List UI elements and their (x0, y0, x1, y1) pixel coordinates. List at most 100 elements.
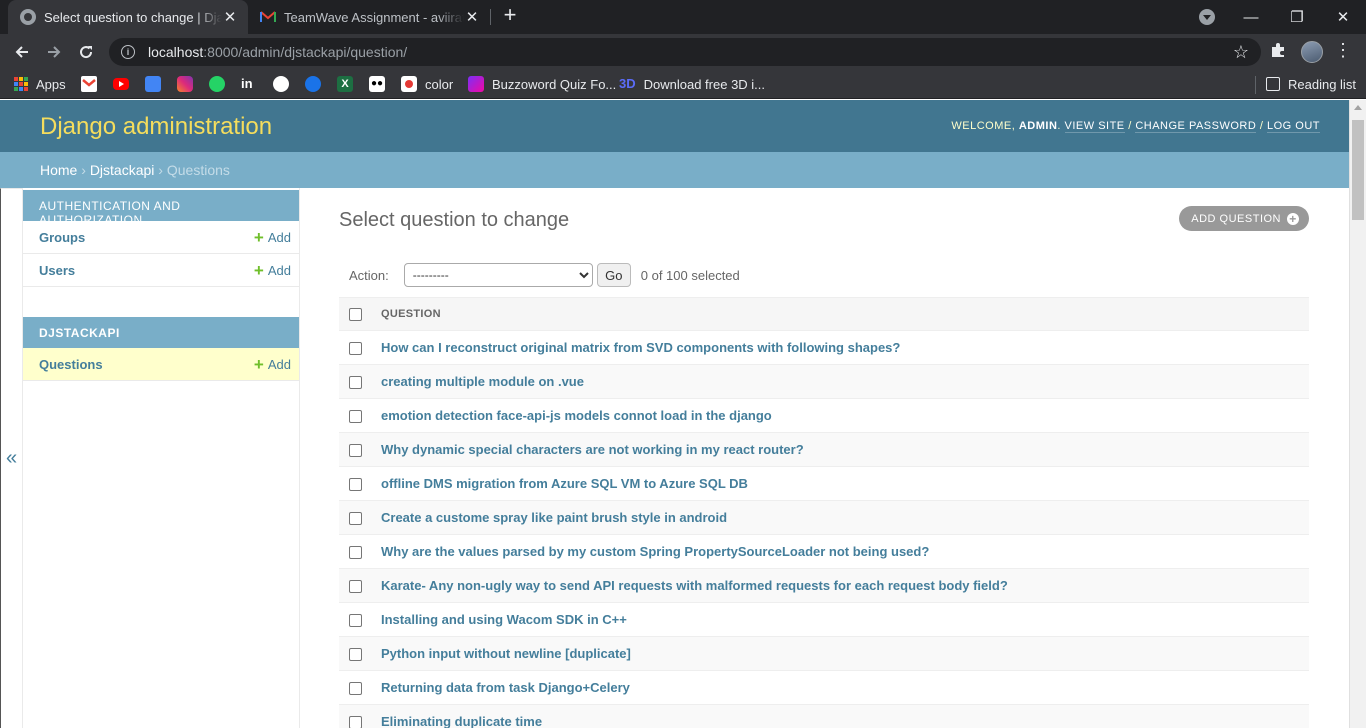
log-out-link[interactable]: Log out (1266, 120, 1320, 133)
row-checkbox-cell (339, 466, 371, 501)
forward-button[interactable] (40, 38, 68, 66)
add-question-button[interactable]: Add question + (1179, 206, 1309, 231)
plus-icon: + (253, 354, 264, 374)
reading-list[interactable]: Reading list (1266, 74, 1356, 94)
minimize-button[interactable]: — (1228, 0, 1274, 34)
bookmark-gmail[interactable] (81, 74, 97, 94)
nav-sidebar: Authentication and Authorization Groups … (23, 188, 300, 728)
row-checkbox-cell (339, 398, 371, 433)
address-bar[interactable]: i localhost:8000/admin/djstackapi/questi… (109, 38, 1261, 66)
back-button[interactable] (8, 38, 36, 66)
bookmarks-divider (1255, 76, 1256, 94)
bookmark-star-icon[interactable]: ☆ (1233, 42, 1249, 63)
bookmark-github[interactable] (273, 74, 289, 94)
add-questions-link[interactable]: + Add (253, 354, 291, 374)
kebab-menu-icon[interactable]: ⋮ (1333, 40, 1353, 61)
bookmark-apps[interactable]: Apps (14, 74, 66, 94)
question-cell: Returning data from task Django+Celery (371, 670, 1309, 705)
reload-button[interactable] (72, 38, 100, 66)
question-link[interactable]: Why are the values parsed by my custom S… (381, 544, 929, 559)
tab-search-icon[interactable] (1199, 9, 1215, 25)
question-cell: Karate- Any non-ugly way to send API req… (371, 568, 1309, 603)
column-header-question[interactable]: Question (371, 297, 1309, 331)
question-link[interactable]: offline DMS migration from Azure SQL VM … (381, 476, 748, 491)
browser-tab-active[interactable]: Select question to change | Django site … (8, 0, 248, 34)
groups-link[interactable]: Groups (39, 230, 254, 245)
new-tab-button[interactable]: + (499, 4, 521, 27)
breadcrumb-app[interactable]: Djstackapi (90, 162, 155, 178)
row-checkbox[interactable] (349, 648, 362, 662)
questions-link[interactable]: Questions (39, 357, 254, 372)
table-row: emotion detection face-api-js models con… (339, 398, 1309, 433)
question-link[interactable]: Eliminating duplicate time (381, 714, 542, 728)
row-checkbox[interactable] (349, 444, 362, 458)
question-cell: creating multiple module on .vue (371, 364, 1309, 399)
plus-icon: + (253, 227, 264, 247)
bookmark-whatsapp[interactable] (209, 74, 225, 94)
row-checkbox-cell (339, 602, 371, 637)
close-window-button[interactable]: ✕ (1320, 0, 1366, 34)
toggle-sidebar-button[interactable]: « (0, 188, 23, 728)
tab-divider (490, 9, 491, 25)
browser-tab-inactive[interactable]: TeamWave Assignment - aviiratha ✕ (250, 0, 490, 34)
module-auth: Authentication and Authorization Groups … (23, 190, 299, 287)
username: admin (1018, 120, 1058, 132)
add-users-link[interactable]: + Add (254, 262, 291, 279)
row-checkbox[interactable] (349, 376, 362, 390)
close-icon[interactable]: ✕ (222, 8, 238, 26)
row-checkbox[interactable] (349, 546, 362, 560)
row-checkbox[interactable] (349, 342, 362, 356)
close-icon[interactable]: ✕ (464, 8, 480, 26)
go-button[interactable]: Go (596, 263, 631, 287)
add-groups-link[interactable]: + Add (253, 227, 291, 247)
info-icon[interactable]: i (121, 45, 135, 59)
bookmark-youtube[interactable] (113, 74, 129, 94)
row-checkbox[interactable] (349, 410, 362, 424)
question-link[interactable]: emotion detection face-api-js models con… (381, 408, 772, 423)
bookmark-color[interactable]: color (401, 74, 453, 94)
question-cell: How can I reconstruct original matrix fr… (371, 330, 1309, 365)
question-link[interactable]: Why dynamic special characters are not w… (381, 442, 804, 457)
module-djstackapi: Djstackapi Questions + Add (23, 317, 299, 381)
bookmark-linkedin[interactable]: in (241, 74, 257, 94)
question-link[interactable]: Python input without newline [duplicate] (381, 646, 631, 661)
bookmark-3d[interactable]: 3D Download free 3D i... (619, 74, 765, 94)
action-select[interactable]: --------- (403, 263, 593, 287)
select-all-checkbox[interactable] (349, 307, 362, 321)
view-site-link[interactable]: View site (1064, 120, 1125, 133)
question-cell: offline DMS migration from Azure SQL VM … (371, 466, 1309, 501)
site-branding[interactable]: Django administration (40, 113, 272, 141)
scroll-thumb[interactable] (1352, 120, 1364, 220)
page-scrollbar[interactable] (1349, 100, 1366, 728)
bookmark-robot[interactable] (305, 74, 321, 94)
restore-button[interactable]: ❐ (1274, 0, 1320, 34)
bookmark-medium[interactable]: ●● (369, 74, 385, 94)
profile-avatar[interactable] (1301, 41, 1323, 63)
bookmark-instagram[interactable] (177, 74, 193, 94)
breadcrumb-current: Questions (166, 162, 230, 178)
row-checkbox[interactable] (349, 682, 362, 696)
breadcrumb-home[interactable]: Home (40, 162, 77, 178)
row-checkbox[interactable] (349, 478, 362, 492)
bookmark-excel[interactable]: X (337, 74, 353, 94)
change-password-link[interactable]: Change password (1135, 120, 1257, 133)
module-caption[interactable]: Djstackapi (23, 317, 299, 348)
module-caption[interactable]: Authentication and Authorization (23, 190, 299, 227)
scroll-up-arrow[interactable] (1354, 105, 1362, 110)
question-link[interactable]: Returning data from task Django+Celery (381, 680, 630, 695)
question-link[interactable]: Installing and using Wacom SDK in C++ (381, 612, 627, 627)
row-checkbox[interactable] (349, 716, 362, 728)
row-checkbox[interactable] (349, 614, 362, 628)
row-checkbox-cell (339, 670, 371, 705)
users-link[interactable]: Users (39, 263, 254, 278)
tab-title: Select question to change | Django site … (44, 9, 222, 25)
extensions-puzzle-icon[interactable] (1270, 42, 1286, 63)
question-link[interactable]: Karate- Any non-ugly way to send API req… (381, 578, 1008, 593)
row-checkbox[interactable] (349, 580, 362, 594)
question-link[interactable]: How can I reconstruct original matrix fr… (381, 340, 900, 355)
bookmark-translate[interactable] (145, 74, 161, 94)
question-link[interactable]: Create a custome spray like paint brush … (381, 510, 727, 525)
row-checkbox[interactable] (349, 512, 362, 526)
bookmark-buzzoword[interactable]: Buzzoword Quiz Fo... (468, 74, 616, 94)
question-link[interactable]: creating multiple module on .vue (381, 374, 584, 389)
